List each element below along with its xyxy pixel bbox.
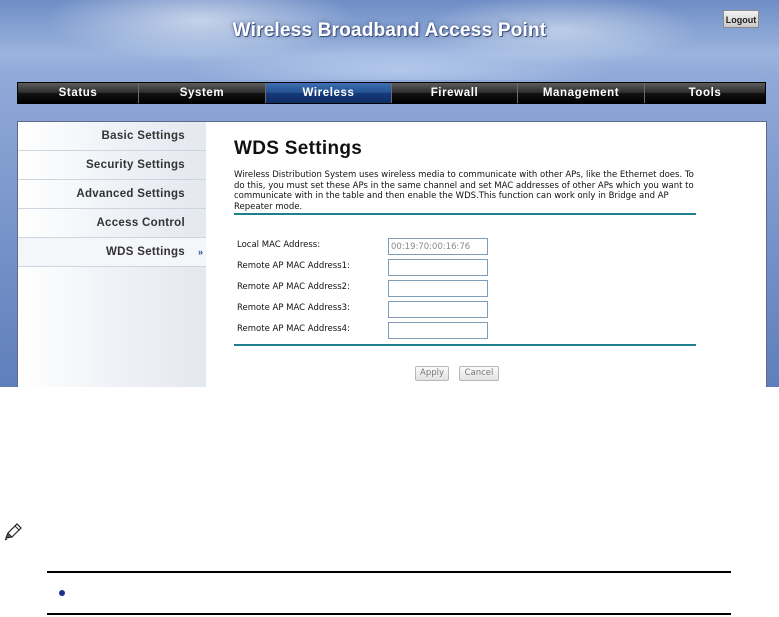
main-nav: Status System Wireless Firewall Manageme… bbox=[17, 82, 766, 104]
page-title: WDS Settings bbox=[234, 138, 363, 159]
sidebar-item-label: Security Settings bbox=[85, 159, 185, 171]
sidebar-item-label: WDS Settings bbox=[106, 246, 185, 258]
remote-mac-2-input[interactable] bbox=[388, 280, 488, 297]
sidebar: Basic Settings Security Settings Advance… bbox=[18, 122, 206, 387]
field-remote-mac-2: Remote AP MAC Address2: bbox=[237, 280, 697, 297]
note-box bbox=[47, 571, 731, 615]
cancel-button[interactable]: Cancel bbox=[459, 366, 499, 381]
field-remote-mac-4: Remote AP MAC Address4: bbox=[237, 322, 697, 339]
field-remote-mac-1: Remote AP MAC Address1: bbox=[237, 259, 697, 276]
tab-wireless[interactable]: Wireless bbox=[266, 83, 392, 103]
app-title: Wireless Broadband Access Point bbox=[232, 20, 547, 41]
apply-button[interactable]: Apply bbox=[415, 366, 449, 381]
tab-firewall[interactable]: Firewall bbox=[392, 83, 518, 103]
divider-top bbox=[234, 213, 696, 215]
sidebar-item-label: Basic Settings bbox=[101, 130, 185, 142]
field-remote-mac-3: Remote AP MAC Address3: bbox=[237, 301, 697, 318]
sidebar-item-label: Access Control bbox=[96, 217, 185, 229]
page-description: Wireless Distribution System uses wirele… bbox=[234, 170, 694, 212]
field-label: Remote AP MAC Address2: bbox=[237, 282, 350, 292]
sidebar-item-label: Advanced Settings bbox=[76, 188, 185, 200]
tab-tools[interactable]: Tools bbox=[645, 83, 765, 103]
router-admin-screenshot: Wireless Broadband Access Point Logout S… bbox=[0, 0, 779, 387]
sidebar-item-basic-settings[interactable]: Basic Settings bbox=[18, 122, 206, 151]
remote-mac-4-input[interactable] bbox=[388, 322, 488, 339]
remote-mac-3-input[interactable] bbox=[388, 301, 488, 318]
divider-bottom bbox=[234, 344, 696, 346]
tab-management[interactable]: Management bbox=[518, 83, 645, 103]
field-label: Remote AP MAC Address4: bbox=[237, 324, 350, 334]
field-label: Local MAC Address: bbox=[237, 240, 321, 250]
button-row: Apply Cancel bbox=[237, 366, 697, 383]
sidebar-item-wds-settings[interactable]: WDS Settings » bbox=[18, 238, 206, 267]
double-chevron-right-icon: » bbox=[197, 247, 203, 257]
tab-system[interactable]: System bbox=[139, 83, 266, 103]
local-mac-input bbox=[388, 238, 488, 255]
field-label: Remote AP MAC Address3: bbox=[237, 303, 350, 313]
field-label: Remote AP MAC Address1: bbox=[237, 261, 350, 271]
sidebar-item-security-settings[interactable]: Security Settings bbox=[18, 151, 206, 180]
sidebar-item-access-control[interactable]: Access Control bbox=[18, 209, 206, 238]
pencil-icon bbox=[4, 523, 22, 541]
logout-button[interactable]: Logout bbox=[723, 10, 759, 28]
tab-status[interactable]: Status bbox=[18, 83, 139, 103]
remote-mac-1-input[interactable] bbox=[388, 259, 488, 276]
bullet-dot-icon bbox=[59, 590, 65, 596]
content-panel: Basic Settings Security Settings Advance… bbox=[17, 121, 767, 387]
field-local-mac: Local MAC Address: bbox=[237, 238, 697, 255]
sidebar-item-advanced-settings[interactable]: Advanced Settings bbox=[18, 180, 206, 209]
